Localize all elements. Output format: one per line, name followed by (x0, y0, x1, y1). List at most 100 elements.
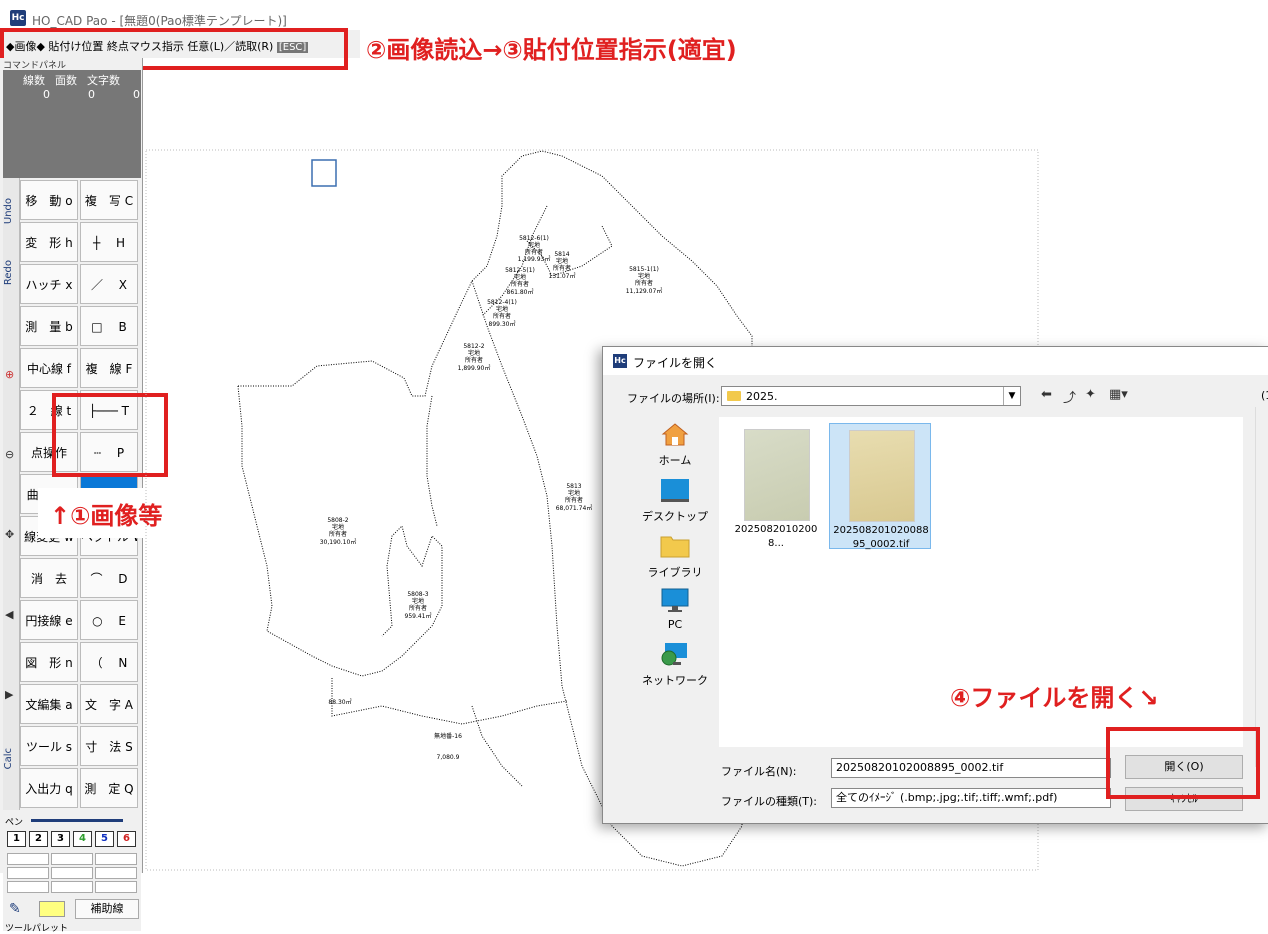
place-pc[interactable]: PC (629, 587, 721, 631)
chars-count: 0 (133, 88, 140, 101)
line-button[interactable]: ／ X (80, 264, 138, 304)
annotation-step4: ④ファイルを開く↘ (950, 684, 1159, 712)
line-style-7[interactable] (7, 881, 49, 893)
place-home[interactable]: ホーム (629, 421, 721, 468)
look-in-label: ファイルの場所(I): (627, 392, 720, 405)
paren-button[interactable]: （ N (80, 642, 138, 682)
place-libraries[interactable]: ライブラリ (629, 533, 721, 580)
scroll-left-icon[interactable]: ◀ (5, 608, 13, 621)
svg-text:宅地: 宅地 (412, 597, 424, 605)
look-in-dropdown[interactable]: 2025. ▼ (721, 386, 1021, 406)
place-desktop[interactable]: デスクトップ (629, 477, 721, 524)
move-button[interactable]: 移 動 o (20, 180, 78, 220)
parcel-label-1: 5812-5(1) (505, 267, 535, 274)
text-edit-button[interactable]: 文編集 a (20, 684, 78, 724)
pen-3[interactable]: 3 (51, 831, 70, 847)
parcel-label-7: 5808-2 (327, 517, 348, 524)
svg-text:所有者: 所有者 (465, 356, 483, 364)
pen-1[interactable]: 1 (7, 831, 26, 847)
file-item[interactable]: 2025082010200​8... (725, 423, 827, 549)
pen-width-bar[interactable] (31, 819, 123, 822)
file-name: 2025082010200​8... (734, 524, 818, 549)
svg-text:所有者: 所有者 (565, 496, 583, 504)
pen-6[interactable]: 6 (117, 831, 136, 847)
file-thumbnail (849, 430, 915, 522)
parcel-label-0: 5812-6(1) (519, 235, 549, 242)
transform-button[interactable]: 変 形 h (20, 222, 78, 262)
shape-button[interactable]: 図 形 n (20, 642, 78, 682)
svg-text:宅地: 宅地 (638, 272, 650, 280)
svg-text:1,199.93㎡: 1,199.93㎡ (518, 255, 551, 263)
text-button[interactable]: 文 字 A (80, 684, 138, 724)
line-style-4[interactable] (7, 867, 49, 879)
annotation-bar: ②画像読込→③貼付位置指示(適宜) (360, 22, 850, 66)
redo-tab[interactable]: Redo (3, 260, 19, 285)
up-folder-icon[interactable]: ⤴ (1063, 387, 1076, 406)
pan-icon[interactable]: ✥ (5, 528, 14, 541)
file-item-selected[interactable]: 20250820102008895_0002.tif (829, 423, 931, 550)
io-button[interactable]: 入出力 q (20, 768, 78, 808)
svg-text:所有者: 所有者 (329, 530, 347, 538)
cross-button[interactable]: ┼ H (80, 222, 138, 262)
pen-2[interactable]: 2 (29, 831, 48, 847)
file-name: 20250820102008895_0002.tif (833, 525, 929, 550)
place-network[interactable]: ネットワーク (629, 641, 721, 688)
arc-button[interactable]: ⌒ D (80, 558, 138, 598)
pen-4[interactable]: 4 (73, 831, 92, 847)
undo-tab[interactable]: Undo (3, 198, 19, 224)
copy-button[interactable]: 複 写 C (80, 180, 138, 220)
svg-text:所有者: 所有者 (635, 279, 653, 287)
multiline-button[interactable]: 複 線 F (80, 348, 138, 388)
highlight-icon[interactable] (39, 901, 65, 917)
hatch-button[interactable]: ハッチ x (20, 264, 78, 304)
line-style-wave[interactable] (95, 881, 137, 893)
zoom-out-icon[interactable]: ⊖ (5, 448, 14, 461)
dialog-app-icon: Hc (613, 354, 627, 368)
parcel-label-8: 5808-3 (407, 591, 428, 598)
parcel-label-5: 5812-2 (463, 343, 484, 350)
line-style-8[interactable] (51, 881, 93, 893)
home-icon (661, 423, 689, 446)
pencil-icon[interactable]: ✎ (9, 901, 21, 917)
zoom-in-icon[interactable]: ⊕ (5, 368, 14, 381)
pen-panel: ペン 1 2 3 4 5 6 ✎ 補助線 ツールパレット (3, 815, 141, 934)
dialog-title: ファイルを開く (633, 356, 718, 370)
svg-text:1,899.90㎡: 1,899.90㎡ (458, 364, 491, 372)
erase-button[interactable]: 消 去 (20, 558, 78, 598)
pen-5[interactable]: 5 (95, 831, 114, 847)
back-icon[interactable]: ⬅ (1041, 387, 1052, 402)
svg-text:所有者: 所有者 (553, 264, 571, 272)
survey-button[interactable]: 測 量 b (20, 306, 78, 346)
annotation-step2: ②画像読込→③貼付位置指示(適宜) (366, 36, 737, 64)
box-button[interactable]: □ B (80, 306, 138, 346)
line-style-6[interactable] (95, 867, 137, 879)
dimension-button[interactable]: 寸 法 S (80, 726, 138, 766)
calc-tab[interactable]: Calc (3, 748, 19, 769)
aux-line-button[interactable]: 補助線 (75, 899, 139, 919)
tool-button[interactable]: ツール s (20, 726, 78, 766)
svg-text:861.80㎡: 861.80㎡ (507, 288, 534, 296)
parcel-label-9: 無地番-16 (434, 732, 462, 740)
dialog-scrollbar[interactable] (1255, 407, 1268, 767)
filename-input[interactable]: 20250820102008895_0002.tif (831, 758, 1111, 778)
places-bar: ホーム デスクトップ ライブラリ PC ネットワーク (629, 417, 721, 747)
svg-text:宅地: 宅地 (468, 349, 480, 357)
scroll-right-icon[interactable]: ▶ (5, 688, 13, 701)
line-style-dashed[interactable] (95, 853, 137, 865)
folder-icon (727, 391, 741, 401)
filetype-select[interactable]: 全てのｲﾒｰｼﾞ (.bmp;.jpg;.tif;.tiff;.wmf;.pdf… (831, 788, 1111, 808)
areas-count-label: 面数 (55, 74, 77, 87)
tangent-button[interactable]: 円接線 e (20, 600, 78, 640)
centerline-button[interactable]: 中心線 f (20, 348, 78, 388)
line-style-solid[interactable] (7, 853, 49, 865)
filetype-label: ファイルの種類(T): (721, 795, 818, 808)
view-menu-icon[interactable]: ▦▾ (1109, 387, 1128, 402)
bottom-palette-label: ツールパレット (5, 924, 69, 934)
new-folder-icon[interactable]: ✦ (1085, 387, 1096, 402)
chevron-down-icon[interactable]: ▼ (1003, 387, 1020, 405)
line-style-5[interactable] (51, 867, 93, 879)
circle-button[interactable]: ○ E (80, 600, 138, 640)
line-style-dotted[interactable] (51, 853, 93, 865)
count-panel: 線数 面数 文字数 0 0 0 (3, 70, 141, 178)
measure-button[interactable]: 測 定 Q (80, 768, 138, 808)
